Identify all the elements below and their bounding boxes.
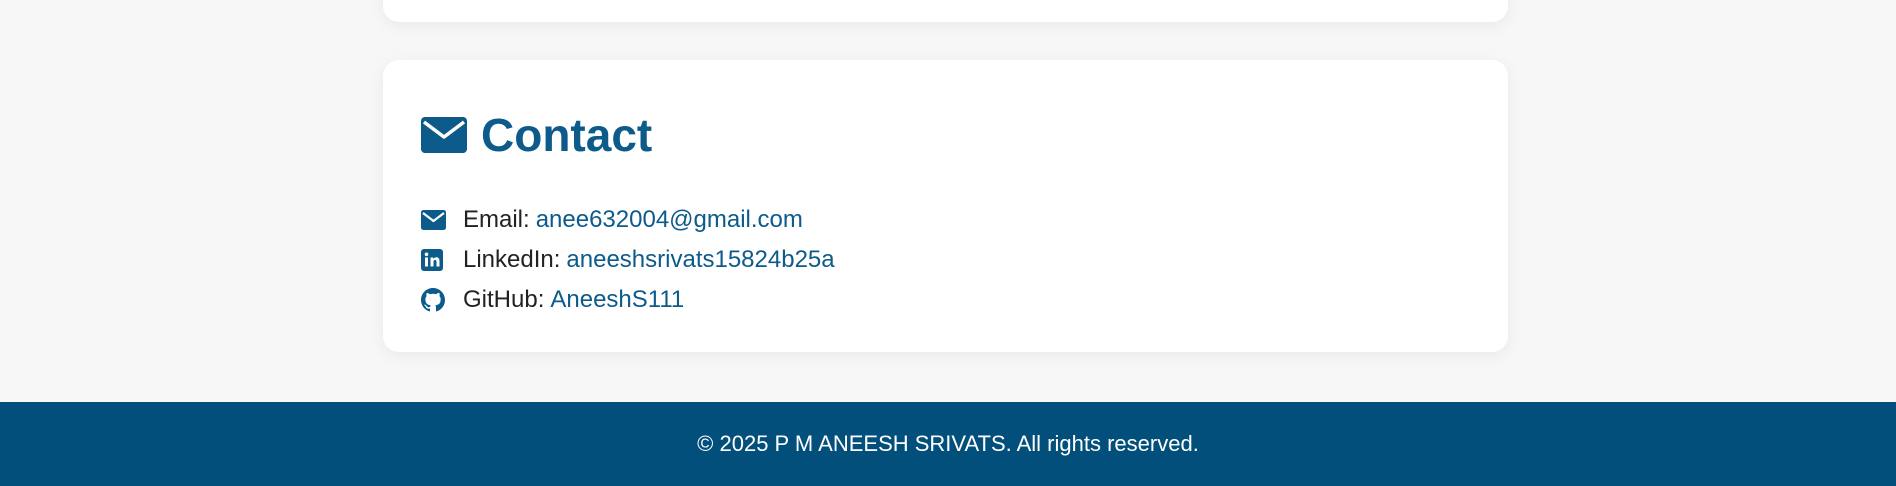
envelope-icon [421,210,449,230]
contact-item-email: Email: anee632004@gmail.com [421,200,835,240]
email-link[interactable]: anee632004@gmail.com [536,206,803,234]
github-label: GitHub: [463,286,545,313]
page: Contact Email: anee632004@gmail.com Link… [0,0,1896,486]
github-link[interactable]: AneeshS111 [550,286,684,314]
contact-heading: Contact [421,112,652,158]
contact-title: Contact [481,109,653,161]
linkedin-label: LinkedIn: [463,246,561,273]
contact-item-linkedin: LinkedIn: aneeshsrivats15824b25a [421,240,835,280]
email-label: Email: [463,206,530,233]
github-icon [421,288,449,312]
contact-item-github: GitHub: AneeshS111 [421,280,835,320]
linkedin-link[interactable]: aneeshsrivats15824b25a [566,246,834,274]
contact-list: Email: anee632004@gmail.com LinkedIn: an… [421,200,835,320]
contact-card: Contact Email: anee632004@gmail.com Link… [383,60,1508,352]
linkedin-icon [421,249,449,271]
copyright-text: © 2025 P M ANEESH SRIVATS. All rights re… [697,431,1199,456]
previous-section-card [383,0,1508,22]
envelope-icon [421,117,467,153]
footer: © 2025 P M ANEESH SRIVATS. All rights re… [0,402,1896,486]
